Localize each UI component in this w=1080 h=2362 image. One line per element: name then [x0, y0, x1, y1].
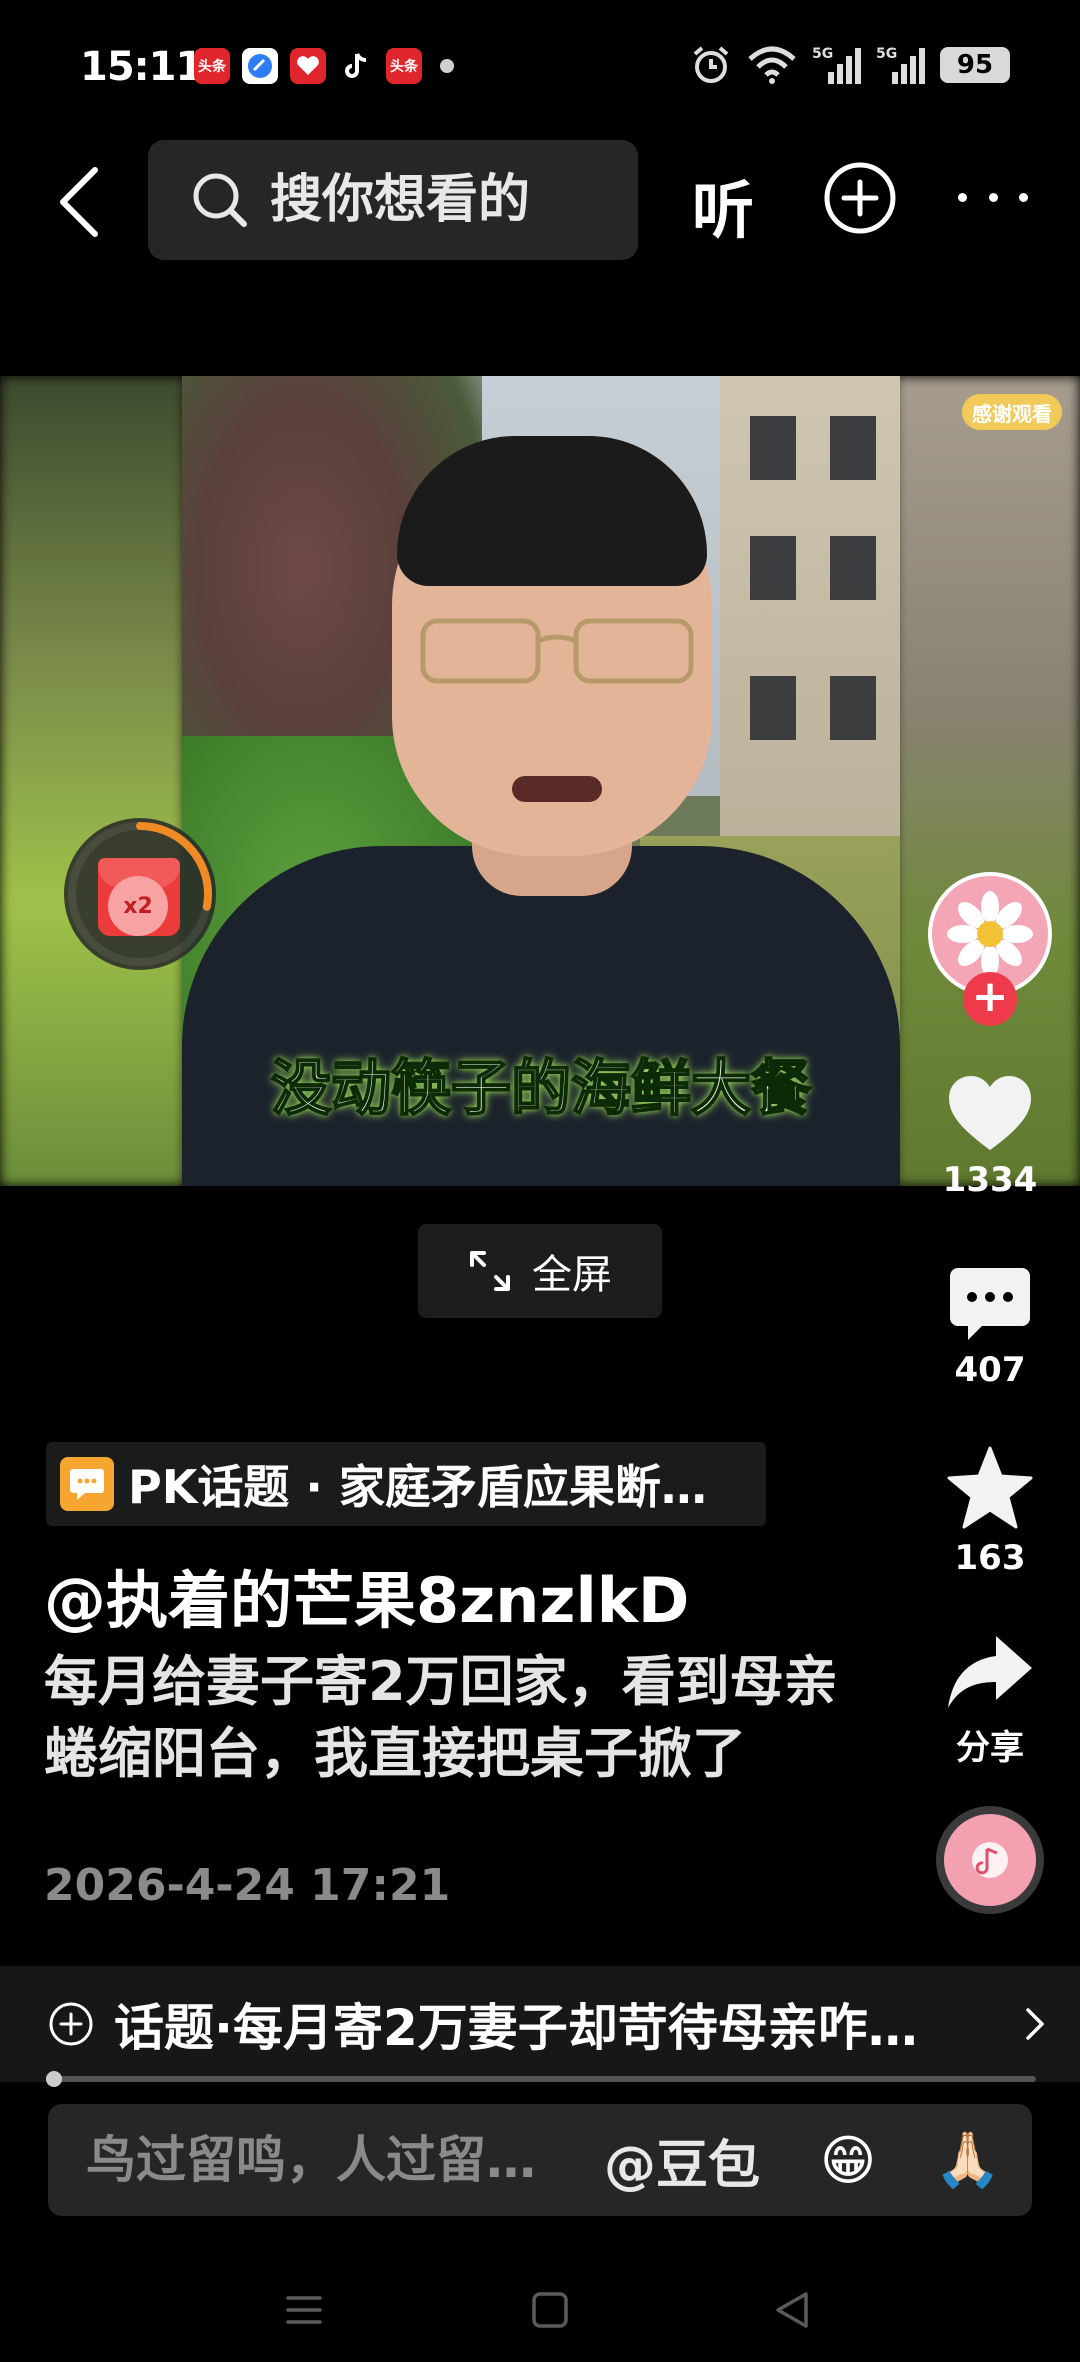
- favorite-count: 163: [954, 1538, 1026, 1578]
- video-frame: 没动筷子的海鲜大餐: [182, 376, 900, 1186]
- signal-5g-icon-1: 5G: [812, 46, 861, 84]
- toutiao-lite-icon: 头条: [386, 48, 422, 84]
- comment-count: 407: [954, 1350, 1026, 1390]
- video-person-mouth: [512, 776, 602, 802]
- video-blur-right: [895, 376, 1080, 1186]
- building-window: [750, 676, 796, 740]
- tmall-icon: [290, 48, 326, 84]
- expand-icon: [470, 1251, 510, 1291]
- tiktok-icon: [338, 48, 374, 84]
- alarm-icon: [693, 46, 729, 83]
- video-watermark: 感谢观看: [962, 394, 1062, 430]
- share-arrow-icon: [948, 1636, 1032, 1708]
- share-label: 分享: [956, 1728, 1024, 1768]
- author-avatar-wrap[interactable]: +: [928, 872, 1052, 1026]
- playback-progress-bar[interactable]: [46, 2071, 1036, 2087]
- svg-text:5G: 5G: [812, 46, 833, 62]
- search-input[interactable]: [270, 170, 550, 230]
- red-packet-reward[interactable]: x2: [64, 818, 216, 970]
- dot-icon: [1019, 192, 1028, 202]
- building-window: [750, 536, 796, 600]
- star-icon: [947, 1446, 1033, 1529]
- fullscreen-label: 全屏: [532, 1252, 612, 1298]
- comment-bar[interactable]: @豆包 😁 🙏🏻: [48, 2104, 1032, 2216]
- daisy-icon: [947, 891, 1033, 977]
- comment-action[interactable]: 407: [928, 1266, 1052, 1390]
- plus-circle-icon: [49, 2002, 93, 2046]
- video-building: [720, 376, 900, 896]
- video-subtitle: 没动筷子的海鲜大餐: [182, 1036, 900, 1131]
- chevron-right-icon: [1026, 2008, 1044, 2040]
- menu-nav-icon[interactable]: [284, 2290, 324, 2330]
- more-notifications-dot: [440, 59, 454, 73]
- pk-topic-text: PK话题 · 家庭矛盾应果断…: [128, 1460, 707, 1514]
- favorite-action[interactable]: 163: [928, 1446, 1052, 1578]
- author-name[interactable]: @执着的芒果8znzlkD: [44, 1550, 689, 1640]
- more-options-button[interactable]: [958, 172, 1028, 222]
- video-person-glasses: [420, 618, 694, 684]
- share-action[interactable]: 分享: [928, 1634, 1052, 1769]
- post-date: 2026-4-24 17:21: [44, 1860, 451, 1911]
- search-icon: [193, 173, 247, 227]
- music-disc[interactable]: [936, 1806, 1044, 1914]
- browser-icon: [242, 48, 278, 84]
- fullscreen-button[interactable]: 全屏: [418, 1224, 662, 1318]
- add-circle-icon[interactable]: [822, 160, 898, 236]
- android-nav-bar: [0, 2250, 1080, 2362]
- music-note-icon: [972, 1842, 1008, 1878]
- like-count: 1334: [942, 1160, 1038, 1200]
- topic-bar[interactable]: 话题·每月寄2万妻子却苛待母亲咋…: [0, 1966, 1080, 2082]
- wifi-icon: [748, 46, 796, 84]
- building-window: [750, 416, 796, 480]
- signal-5g-icon-2: 5G: [876, 46, 925, 84]
- home-nav-icon[interactable]: [530, 2290, 570, 2330]
- toutiao-icon: 头条: [194, 48, 230, 84]
- mention-doubao[interactable]: @豆包: [604, 2123, 760, 2198]
- heart-icon: [949, 1076, 1031, 1150]
- comment-icon: [950, 1268, 1030, 1340]
- playback-progress-knob[interactable]: [46, 2071, 62, 2087]
- video-player[interactable]: 没动筷子的海鲜大餐 感谢观看: [0, 376, 1080, 1186]
- search-box[interactable]: [148, 140, 638, 260]
- subtitle-text: 没动筷子的海鲜大餐: [270, 1053, 812, 1125]
- grin-emoji-icon[interactable]: 😁: [810, 2122, 886, 2198]
- pk-chat-icon: [60, 1457, 114, 1511]
- topic-text: 话题·每月寄2万妻子却苛待母亲咋…: [114, 1999, 918, 2057]
- video-description: 每月给妻子寄2万回家，看到母亲蜷缩阳台，我直接把桌子掀了: [44, 1650, 838, 1785]
- svg-text:5G: 5G: [876, 46, 897, 62]
- like-action[interactable]: 1334: [928, 1074, 1052, 1200]
- back-nav-icon[interactable]: [772, 2290, 812, 2330]
- video-blur-left: [0, 376, 185, 1186]
- video-person-body: [182, 846, 900, 1186]
- multiplier-badge: x2: [108, 876, 168, 936]
- battery-indicator: 95: [940, 47, 1010, 83]
- dot-icon: [988, 192, 998, 202]
- pray-emoji-icon[interactable]: 🙏🏻: [930, 2122, 1006, 2198]
- comment-input[interactable]: [86, 2131, 586, 2189]
- back-arrow-icon: [60, 167, 98, 237]
- back-button[interactable]: [44, 162, 114, 242]
- building-window: [830, 536, 876, 600]
- top-nav: 听: [0, 140, 1080, 262]
- system-icons: 5G 5G 95: [690, 44, 1010, 86]
- follow-button[interactable]: +: [963, 972, 1017, 1026]
- status-time: 15:11: [80, 44, 203, 90]
- status-bar: 15:11 头条 头条 5G 5G 95: [0, 0, 1080, 130]
- listen-button[interactable]: 听: [692, 160, 754, 250]
- dot-icon: [958, 192, 967, 202]
- notification-icons: 头条 头条: [194, 48, 454, 84]
- building-window: [830, 416, 876, 480]
- building-window: [830, 676, 876, 740]
- pk-topic-tag[interactable]: PK话题 · 家庭矛盾应果断…: [46, 1442, 766, 1526]
